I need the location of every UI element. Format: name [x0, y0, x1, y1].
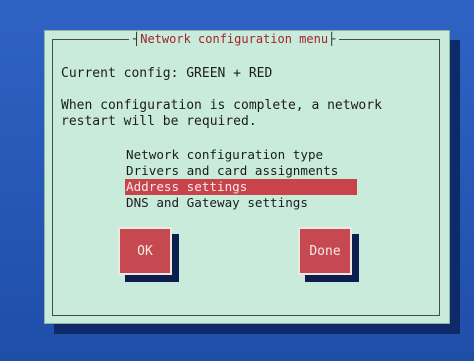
menu-item-network-configuration-type[interactable]: Network configuration type: [125, 147, 357, 163]
ok-button-label: OK: [137, 243, 153, 259]
network-config-dialog: ┤Network configuration menu├ Current con…: [44, 30, 450, 324]
network-menu-list: Network configuration type Drivers and c…: [125, 147, 357, 211]
dialog-title-text: Network configuration menu: [140, 32, 329, 46]
current-config-text: Current config: GREEN + RED: [61, 66, 273, 81]
ok-button[interactable]: OK: [118, 227, 172, 275]
restart-note-line2: restart will be required.: [61, 114, 257, 129]
menu-item-drivers-and-card-assignments[interactable]: Drivers and card assignments: [125, 163, 357, 179]
dialog-title: ┤Network configuration menu├: [129, 31, 340, 48]
restart-note-line1: When configuration is complete, a networ…: [61, 98, 382, 113]
menu-item-dns-and-gateway-settings[interactable]: DNS and Gateway settings: [125, 195, 357, 211]
done-button-label: Done: [309, 243, 341, 259]
menu-item-address-settings[interactable]: Address settings: [125, 179, 357, 195]
done-button[interactable]: Done: [298, 227, 352, 275]
